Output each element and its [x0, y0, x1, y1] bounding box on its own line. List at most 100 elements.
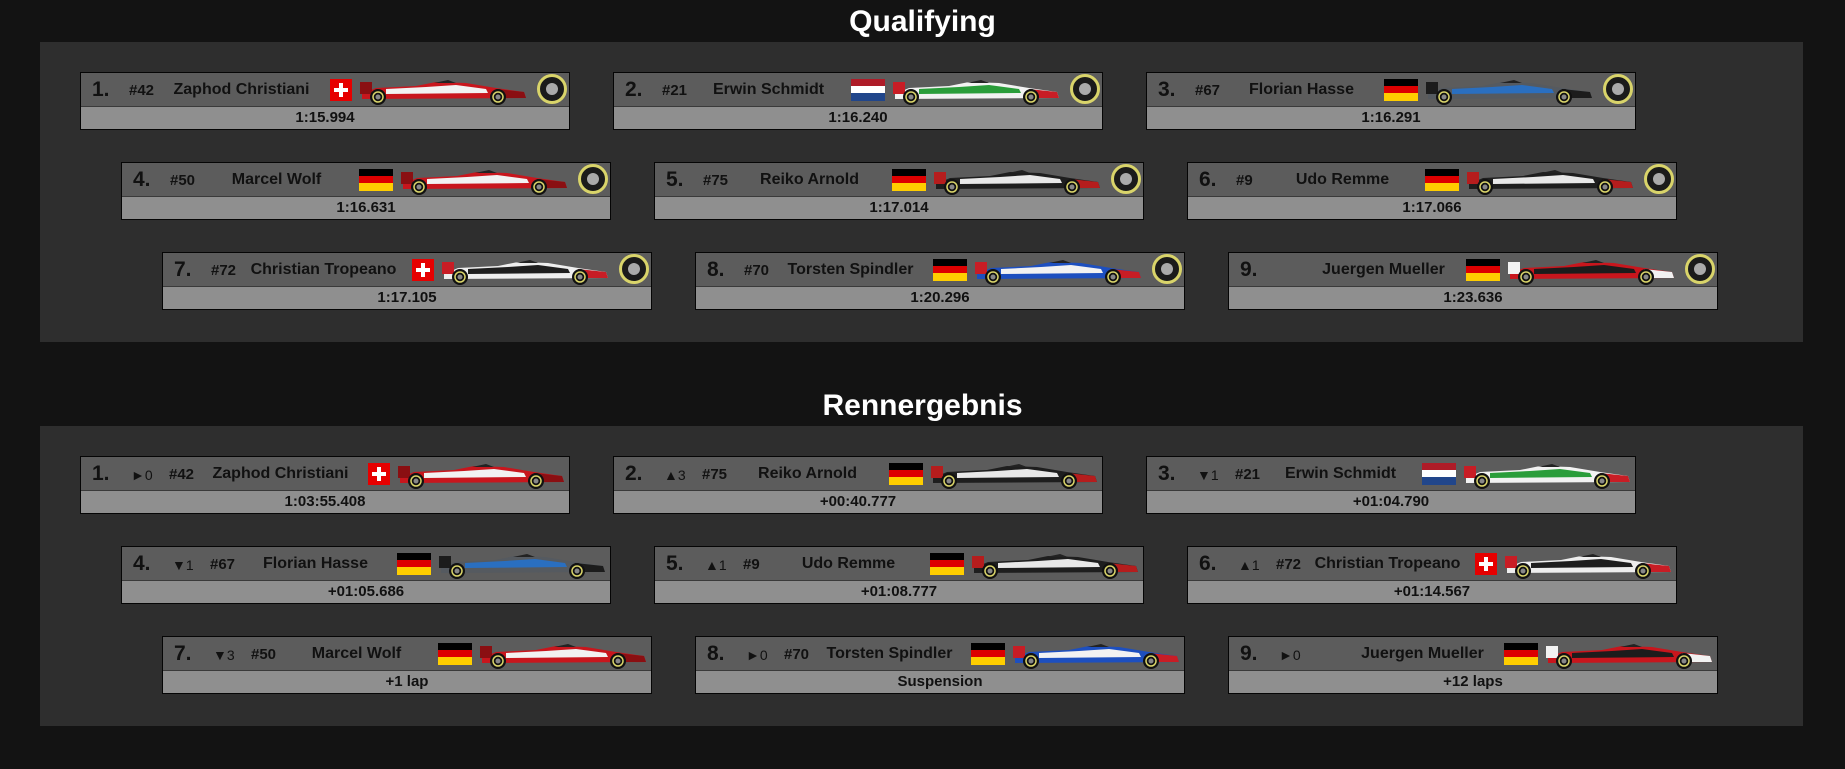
- driver-name[interactable]: Marcel Wolf: [200, 171, 353, 189]
- race-entry-card[interactable]: 6. ▲1 #72 Christian Tropeano +01:14.567: [1187, 546, 1677, 604]
- position-label: 9.: [1240, 642, 1258, 665]
- german-flag-icon: [438, 643, 472, 665]
- driver-name[interactable]: Juergen Mueller: [1347, 645, 1498, 663]
- qualifying-entry-card[interactable]: 7. #72 Christian Tropeano 1:17.105: [162, 252, 652, 310]
- position-label: 1.: [92, 462, 110, 485]
- result-time: +1 lap: [385, 673, 429, 690]
- card-header-bar: 9. Juergen Mueller: [1229, 253, 1717, 287]
- car-livery-icon: [356, 74, 531, 106]
- driver-name[interactable]: Reiko Arnold: [733, 171, 886, 189]
- car-number: #72: [1276, 556, 1302, 573]
- car-number: #42: [129, 82, 155, 99]
- driver-name[interactable]: Torsten Spindler: [774, 261, 927, 279]
- card-header-bar: 3. ▼1 #21 Erwin Schmidt: [1147, 457, 1635, 491]
- car-number: #50: [251, 646, 277, 663]
- race-entry-card[interactable]: 4. ▼1 #67 Florian Hasse +01:05.686: [121, 546, 611, 604]
- position-label: 2.: [625, 462, 643, 485]
- car-livery-icon: [1009, 638, 1184, 670]
- position-label: 6.: [1199, 552, 1217, 575]
- race-panel: 1. ►0 #42 Zaphod Christiani 1:03:55.408 2. ▲3 #…: [40, 426, 1803, 726]
- race-title: Rennergebnis: [822, 389, 1023, 422]
- driver-name[interactable]: Florian Hasse: [1225, 81, 1378, 99]
- result-time: 1:17.105: [377, 289, 437, 306]
- position-label: 1.: [92, 78, 110, 101]
- german-flag-icon: [1466, 259, 1500, 281]
- position-label: 7.: [174, 258, 192, 281]
- car-number: #9: [1236, 172, 1253, 189]
- car-livery-icon: [1504, 254, 1679, 286]
- driver-name[interactable]: Christian Tropeano: [241, 261, 406, 279]
- driver-name[interactable]: Erwin Schmidt: [1265, 465, 1416, 483]
- car-number: #75: [703, 172, 729, 189]
- qualifying-entry-card[interactable]: 9. Juergen Mueller 1:23.636: [1228, 252, 1718, 310]
- driver-name[interactable]: Christian Tropeano: [1306, 555, 1469, 573]
- position-change-indicator: ►0: [1279, 647, 1301, 663]
- card-header-bar: 2. #21 Erwin Schmidt: [614, 73, 1102, 107]
- driver-name[interactable]: Reiko Arnold: [732, 465, 883, 483]
- driver-name[interactable]: Torsten Spindler: [814, 645, 965, 663]
- position-label: 5.: [666, 552, 684, 575]
- result-time: +12 laps: [1443, 673, 1503, 690]
- card-header-bar: 6. #9 Udo Remme: [1188, 163, 1676, 197]
- race-entry-card[interactable]: 1. ►0 #42 Zaphod Christiani 1:03:55.408: [80, 456, 570, 514]
- position-label: 3.: [1158, 462, 1176, 485]
- position-change-indicator: ▼1: [1197, 467, 1219, 483]
- qualifying-panel: 1. #42 Zaphod Christiani 1:15.994 2. #21 Erwin…: [40, 42, 1803, 342]
- qualifying-entry-card[interactable]: 2. #21 Erwin Schmidt 1:16.240: [613, 72, 1103, 130]
- qualifying-entry-card[interactable]: 6. #9 Udo Remme 1:17.066: [1187, 162, 1677, 220]
- qualifying-entry-card[interactable]: 5. #75 Reiko Arnold 1:17.014: [654, 162, 1144, 220]
- race-entry-card[interactable]: 2. ▲3 #75 Reiko Arnold +00:40.777: [613, 456, 1103, 514]
- card-header-bar: 4. #50 Marcel Wolf: [122, 163, 610, 197]
- car-livery-icon: [1501, 548, 1676, 580]
- card-header-bar: 3. #67 Florian Hasse: [1147, 73, 1635, 107]
- car-number: #67: [1195, 82, 1221, 99]
- driver-name[interactable]: Zaphod Christiani: [159, 81, 324, 99]
- result-time: +01:14.567: [1393, 583, 1471, 600]
- qualifying-title: Qualifying: [849, 5, 996, 38]
- race-entry-card[interactable]: 3. ▼1 #21 Erwin Schmidt +01:04.790: [1146, 456, 1636, 514]
- race-entry-card[interactable]: 7. ▼3 #50 Marcel Wolf +1 lap: [162, 636, 652, 694]
- qualifying-entry-card[interactable]: 1. #42 Zaphod Christiani 1:15.994: [80, 72, 570, 130]
- car-livery-icon: [927, 458, 1102, 490]
- position-label: 6.: [1199, 168, 1217, 191]
- race-entry-card[interactable]: 5. ▲1 #9 Udo Remme +01:08.777: [654, 546, 1144, 604]
- position-change-indicator: ▼1: [172, 557, 194, 573]
- dutch-flag-icon: [851, 79, 885, 101]
- car-number: #70: [784, 646, 810, 663]
- german-flag-icon: [359, 169, 393, 191]
- swiss-flag-icon: [330, 79, 364, 101]
- driver-name[interactable]: Juergen Mueller: [1307, 261, 1460, 279]
- driver-name[interactable]: Udo Remme: [773, 555, 924, 573]
- card-header-bar: 4. ▼1 #67 Florian Hasse: [122, 547, 610, 581]
- position-label: 4.: [133, 168, 151, 191]
- car-number: #67: [210, 556, 236, 573]
- driver-name[interactable]: Florian Hasse: [240, 555, 391, 573]
- race-entry-card[interactable]: 9. ►0 Juergen Mueller +12 laps: [1228, 636, 1718, 694]
- driver-name[interactable]: Erwin Schmidt: [692, 81, 845, 99]
- position-change-indicator: ▲1: [1238, 557, 1260, 573]
- driver-name[interactable]: Udo Remme: [1266, 171, 1419, 189]
- race-entry-card[interactable]: 8. ►0 #70 Torsten Spindler Suspension: [695, 636, 1185, 694]
- result-time: 1:17.066: [1402, 199, 1462, 216]
- tyre-compound-icon: [619, 254, 649, 284]
- result-time: 1:16.291: [1361, 109, 1421, 126]
- card-header-bar: 6. ▲1 #72 Christian Tropeano: [1188, 547, 1676, 581]
- swiss-flag-icon: [1475, 553, 1509, 575]
- position-label: 2.: [625, 78, 643, 101]
- car-livery-icon: [930, 164, 1105, 196]
- car-livery-icon: [394, 458, 569, 490]
- qualifying-entry-card[interactable]: 3. #67 Florian Hasse 1:16.291: [1146, 72, 1636, 130]
- driver-name[interactable]: Marcel Wolf: [281, 645, 432, 663]
- driver-name[interactable]: Zaphod Christiani: [199, 465, 362, 483]
- german-flag-icon: [892, 169, 926, 191]
- result-time: 1:03:55.408: [284, 493, 366, 510]
- position-label: 8.: [707, 642, 725, 665]
- result-time: 1:23.636: [1443, 289, 1503, 306]
- position-label: 8.: [707, 258, 725, 281]
- result-time: 1:16.631: [336, 199, 396, 216]
- position-change-indicator: ▲1: [705, 557, 727, 573]
- position-change-indicator: ▲3: [664, 467, 686, 483]
- qualifying-entry-card[interactable]: 4. #50 Marcel Wolf 1:16.631: [121, 162, 611, 220]
- qualifying-entry-card[interactable]: 8. #70 Torsten Spindler 1:20.296: [695, 252, 1185, 310]
- german-flag-icon: [1384, 79, 1418, 101]
